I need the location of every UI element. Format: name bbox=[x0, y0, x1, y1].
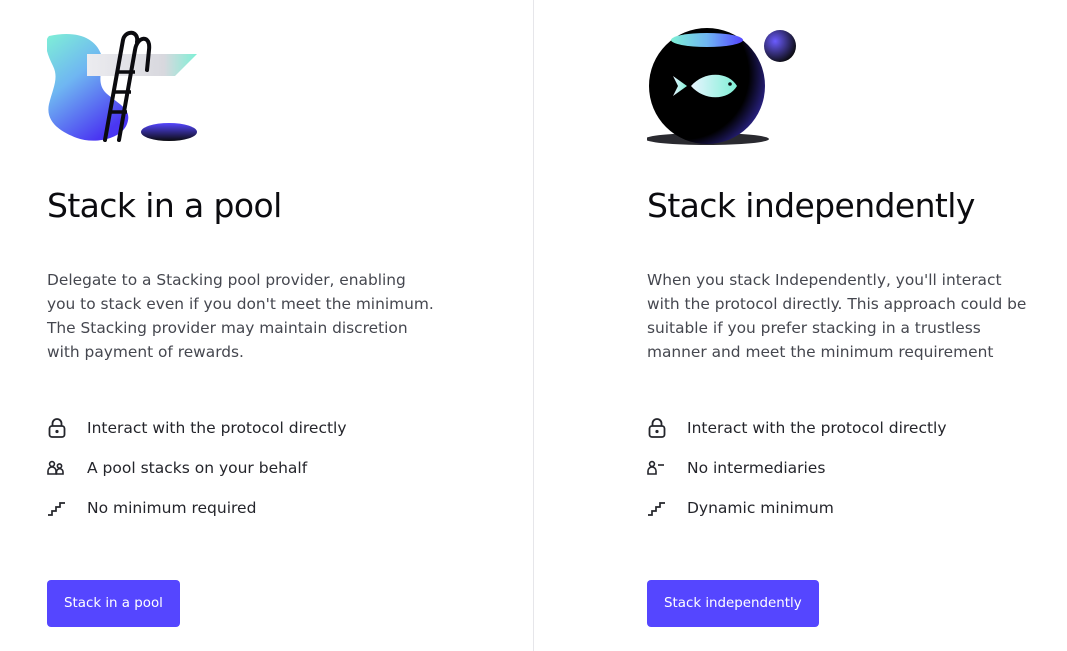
pool-feature-label: No minimum required bbox=[87, 499, 257, 517]
pool-feature-label: Interact with the protocol directly bbox=[87, 419, 347, 437]
independent-feature-list: Interact with the protocol directly No i… bbox=[647, 408, 947, 528]
panel-divider bbox=[533, 0, 534, 651]
lock-icon bbox=[647, 416, 677, 440]
pool-feature-list: Interact with the protocol directly A po… bbox=[47, 408, 347, 528]
pool-illustration bbox=[47, 30, 197, 142]
pool-feature-label: A pool stacks on your behalf bbox=[87, 459, 308, 477]
independent-feature-label: Interact with the protocol directly bbox=[687, 419, 947, 437]
pool-option-panel: Stack in a pool Delegate to a Stacking p… bbox=[47, 0, 487, 651]
stairs-icon bbox=[647, 496, 677, 520]
independent-feature-label: No intermediaries bbox=[687, 459, 826, 477]
independent-feature-item: Interact with the protocol directly bbox=[647, 408, 947, 448]
fishbowl-illustration bbox=[647, 28, 796, 145]
users-icon bbox=[47, 456, 77, 480]
independent-title: Stack independently bbox=[647, 186, 975, 225]
pool-feature-item: A pool stacks on your behalf bbox=[47, 448, 347, 488]
person-minus-icon bbox=[647, 456, 677, 480]
pool-description: Delegate to a Stacking pool provider, en… bbox=[47, 271, 434, 361]
pool-title: Stack in a pool bbox=[47, 186, 282, 225]
independent-feature-label: Dynamic minimum bbox=[687, 499, 834, 517]
stack-in-pool-button[interactable]: Stack in a pool bbox=[47, 580, 180, 627]
lock-icon bbox=[47, 416, 77, 440]
stairs-icon bbox=[47, 496, 77, 520]
independent-feature-item: Dynamic minimum bbox=[647, 488, 947, 528]
independent-option-panel: Stack independently When you stack Indep… bbox=[647, 0, 1047, 651]
independent-feature-item: No intermediaries bbox=[647, 448, 947, 488]
pool-feature-item: No minimum required bbox=[47, 488, 347, 528]
stack-independently-button[interactable]: Stack independently bbox=[647, 580, 819, 627]
pool-feature-item: Interact with the protocol directly bbox=[47, 408, 347, 448]
independent-description: When you stack Independently, you'll int… bbox=[647, 271, 1027, 361]
stacking-choice-page: Stack in a pool Delegate to a Stacking p… bbox=[0, 0, 1067, 651]
